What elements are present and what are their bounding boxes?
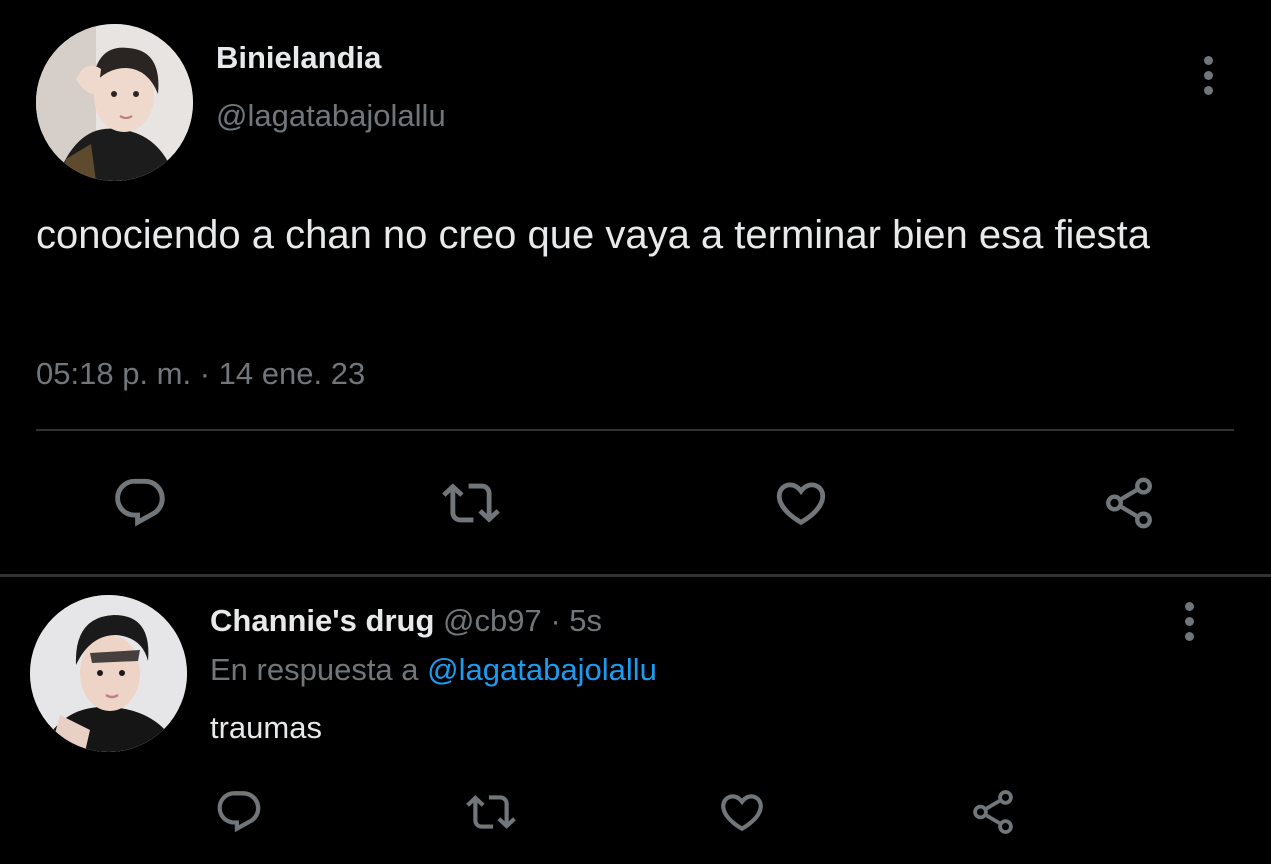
retweet-button[interactable] — [465, 786, 517, 838]
reply-author-handle[interactable]: @cb97 — [443, 603, 542, 638]
reply-avatar[interactable] — [30, 595, 187, 752]
replying-to-prefix: En respuesta a — [210, 652, 419, 687]
more-dot-icon — [1184, 631, 1194, 641]
like-icon — [776, 482, 826, 526]
replying-to-line: En respuesta a @lagatabajolallu — [210, 652, 657, 688]
retweet-icon — [442, 483, 500, 523]
main-tweet: Binielandia @lagatabajolallu conociendo … — [0, 0, 1271, 574]
replying-to-mention[interactable]: @lagatabajolallu — [427, 652, 657, 687]
share-button[interactable] — [967, 786, 1019, 838]
more-dot-icon — [1203, 85, 1213, 95]
profile-photo — [36, 24, 193, 181]
avatar[interactable] — [36, 24, 193, 181]
more-dot-icon — [1203, 70, 1213, 80]
reply-author-name[interactable]: Channie's drug — [210, 603, 434, 638]
more-options-button[interactable] — [1193, 50, 1223, 100]
like-button[interactable] — [770, 472, 832, 534]
share-icon — [973, 790, 1013, 834]
share-icon — [1106, 477, 1152, 529]
timestamp-row: 05:18 p. m. · 14 ene. 23 — [36, 356, 365, 392]
reply-button[interactable] — [109, 472, 171, 534]
reply-icon — [115, 478, 165, 527]
reply-more-options-button[interactable] — [1174, 596, 1204, 646]
divider — [36, 429, 1234, 431]
like-icon — [721, 794, 763, 832]
retweet-button[interactable] — [440, 472, 502, 534]
author-name[interactable]: Binielandia — [216, 40, 381, 76]
profile-photo — [30, 595, 187, 752]
section-separator — [0, 574, 1271, 577]
tweet-thread-screen: Binielandia @lagatabajolallu conociendo … — [0, 0, 1271, 864]
tweet-text: conociendo a chan no creo que vaya a ter… — [36, 213, 1151, 257]
more-dot-icon — [1203, 55, 1213, 65]
retweet-icon — [466, 795, 516, 829]
reply-header: Channie's drug @cb97 · 5s — [210, 603, 602, 639]
tweet-time: 05:18 p. m. — [36, 356, 192, 391]
like-button[interactable] — [716, 786, 768, 838]
more-dot-icon — [1184, 616, 1194, 626]
more-dot-icon — [1184, 601, 1194, 611]
reply-button[interactable] — [213, 786, 265, 838]
reply-time: 5s — [569, 603, 603, 638]
tweet-date: 14 ene. 23 — [218, 356, 366, 391]
timestamp-separator: · — [199, 356, 211, 391]
reply-text: traumas — [210, 710, 322, 745]
share-button[interactable] — [1098, 472, 1160, 534]
reply-icon — [217, 791, 261, 833]
author-handle[interactable]: @lagatabajolallu — [216, 98, 446, 134]
reply-separator: · — [550, 603, 561, 638]
